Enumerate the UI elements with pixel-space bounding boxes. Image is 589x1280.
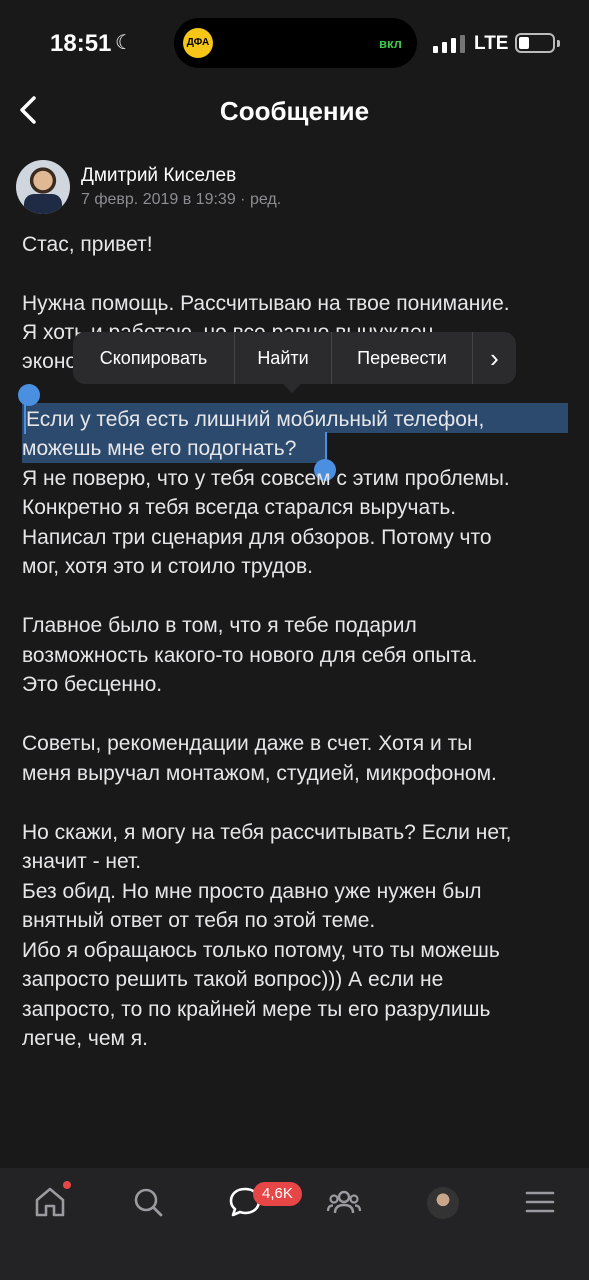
friends-icon[interactable] <box>326 1184 362 1220</box>
message-line: Но скажи, я могу на тебя рассчитывать? Е… <box>22 821 512 844</box>
copy-button[interactable]: Скопировать <box>73 332 234 384</box>
message-line: Написал три сценария для обзоров. Потому… <box>22 526 492 549</box>
message-line: меня выручал монтажом, студией, микрофон… <box>22 762 497 785</box>
message-line: эконо <box>22 350 78 373</box>
message-line: возможность какого-то нового для себя оп… <box>22 644 478 667</box>
island-label: вкл <box>379 36 402 51</box>
battery-cap <box>557 40 560 47</box>
more-options-button[interactable]: › <box>473 332 516 384</box>
selection-start-handle[interactable] <box>18 384 40 406</box>
message-line: Главное было в том, что я тебе подарил <box>22 614 417 637</box>
signal-icon <box>433 35 465 53</box>
notification-dot <box>63 1181 71 1189</box>
message-line: Нужна помощь. Рассчитываю на твое понима… <box>22 292 510 315</box>
message-line: запросто решить такой вопрос))) А если н… <box>22 968 444 991</box>
find-button[interactable]: Найти <box>235 332 331 384</box>
moon-icon: ☾ <box>115 32 133 54</box>
translate-button[interactable]: Перевести <box>332 332 472 384</box>
message-line: Конкретно я тебя всегда старался выручат… <box>22 496 457 519</box>
message-line: внятный ответ от тебя по этой теме. <box>22 909 376 932</box>
search-icon[interactable] <box>130 1184 166 1220</box>
message-line: Ибо я обращаюсь только потому, что ты мо… <box>22 939 500 962</box>
message-line: Советы, рекомендации даже в счет. Хотя и… <box>22 732 473 755</box>
status-time: 18:51 <box>50 30 112 57</box>
network-label: LTE <box>474 33 509 54</box>
page-title: Сообщение <box>219 96 370 126</box>
message-line: значит - нет. <box>22 850 142 873</box>
island-app-icon: ДФА <box>183 28 213 58</box>
message-line: запросто, то по крайней мере ты его разр… <box>22 998 491 1021</box>
message-line: Это бесценно. <box>22 673 163 696</box>
avatar[interactable] <box>16 160 70 214</box>
context-menu-pointer <box>282 383 302 393</box>
message-line: Я не поверю, что у тебя совсем с этим пр… <box>22 467 510 490</box>
message-line: Без обид. Но мне просто давно уже нужен … <box>22 880 482 903</box>
messages-badge: 4,6K <box>253 1182 302 1206</box>
selected-text[interactable]: можешь мне его подогнать? <box>22 434 296 464</box>
post-meta: 7 февр. 2019 в 19:39 · ред. <box>81 191 282 208</box>
message-line: мог, хотя это и стоило трудов. <box>22 555 313 578</box>
message-greeting: Стас, привет! <box>22 233 153 256</box>
context-menu: Скопировать Найти Перевести › <box>73 332 516 384</box>
selected-text[interactable]: Если у тебя есть лишний мобильный телефо… <box>26 405 484 435</box>
author-name[interactable]: Дмитрий Киселев <box>81 165 236 187</box>
menu-icon[interactable] <box>522 1184 558 1220</box>
profile-avatar[interactable] <box>427 1187 459 1219</box>
home-icon[interactable] <box>32 1184 68 1220</box>
message-line: легче, чем я. <box>22 1027 148 1050</box>
battery-icon <box>515 33 555 53</box>
